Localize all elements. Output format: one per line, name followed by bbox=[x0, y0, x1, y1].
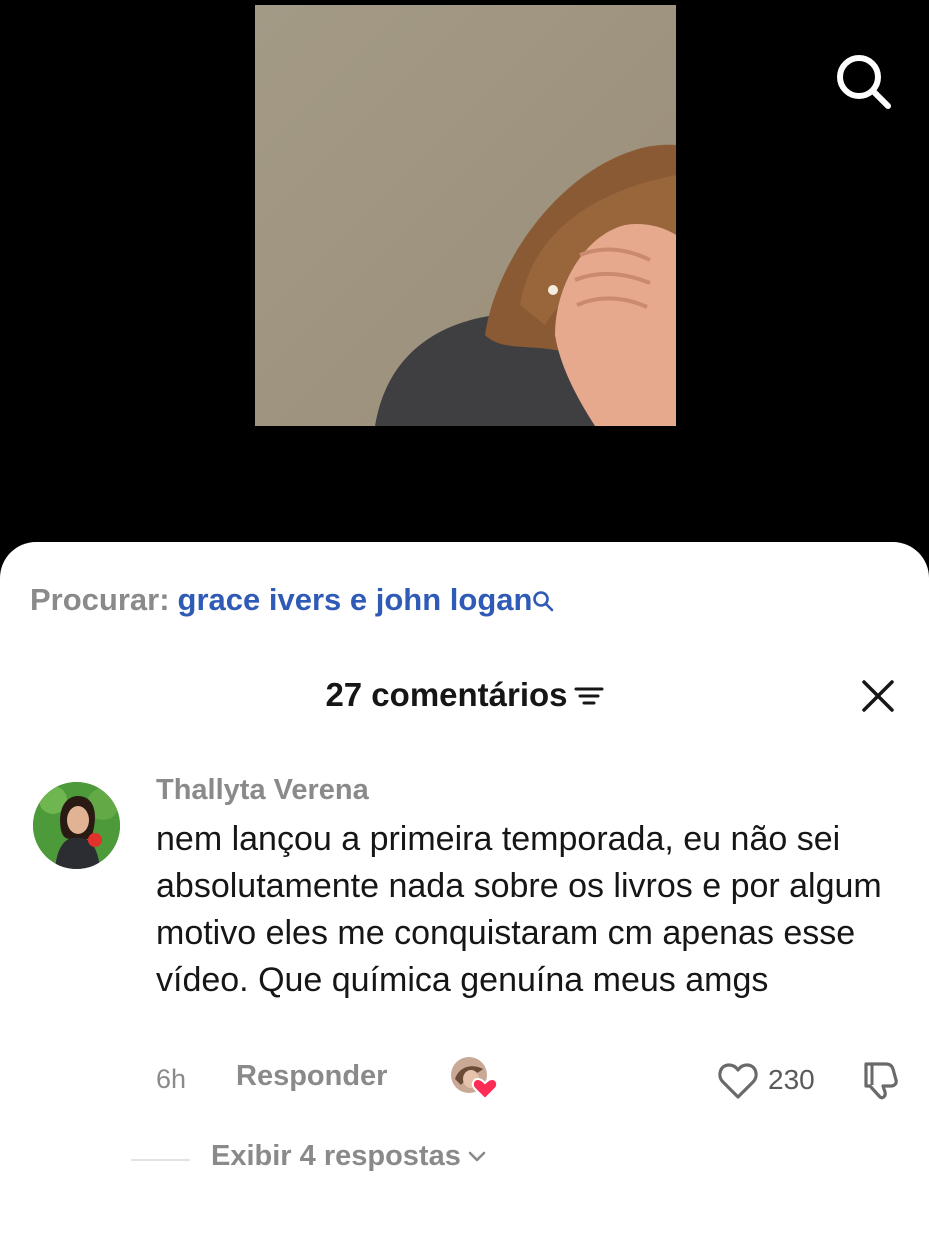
comment-actions: 6h Responder 230 bbox=[0, 1057, 929, 1102]
search-icon[interactable] bbox=[830, 48, 896, 114]
heart-icon bbox=[471, 1077, 499, 1101]
dislike-icon[interactable] bbox=[856, 1056, 902, 1102]
view-replies-button[interactable]: Exibir 4 respostas bbox=[211, 1140, 487, 1173]
comment-timestamp: 6h bbox=[156, 1064, 187, 1094]
like-count: 230 bbox=[768, 1064, 815, 1095]
search-suggestion-prefix: Procurar: bbox=[30, 582, 170, 617]
replies-divider bbox=[131, 1159, 190, 1161]
video-thumbnail[interactable] bbox=[255, 5, 676, 426]
comments-count-title: 27 comentários bbox=[325, 676, 568, 713]
chevron-down-icon bbox=[468, 1152, 486, 1162]
creator-liked-badge bbox=[449, 1055, 499, 1101]
sort-lines-icon[interactable] bbox=[574, 678, 604, 716]
search-suggestion-query[interactable]: grace ivers e john logan bbox=[178, 582, 533, 617]
comments-header: 27 comentários bbox=[0, 676, 929, 716]
search-suggestion[interactable]: Procurar: grace ivers e john logan bbox=[30, 582, 554, 620]
video-player[interactable] bbox=[0, 0, 929, 580]
comments-sheet: Procurar: grace ivers e john logan 27 com… bbox=[0, 542, 929, 1242]
comment-username[interactable]: Thallyta Verena bbox=[156, 774, 369, 807]
reply-button[interactable]: Responder bbox=[236, 1060, 387, 1093]
close-icon[interactable] bbox=[858, 676, 898, 716]
replies-toggle-row: Exibir 4 respostas bbox=[0, 1140, 929, 1180]
avatar[interactable] bbox=[33, 782, 120, 869]
comment-text: nem lançou a primeira temporada, eu não … bbox=[156, 820, 882, 999]
search-icon bbox=[532, 584, 554, 620]
view-replies-label: Exibir 4 respostas bbox=[211, 1140, 461, 1172]
heart-outline-icon[interactable] bbox=[716, 1058, 760, 1102]
